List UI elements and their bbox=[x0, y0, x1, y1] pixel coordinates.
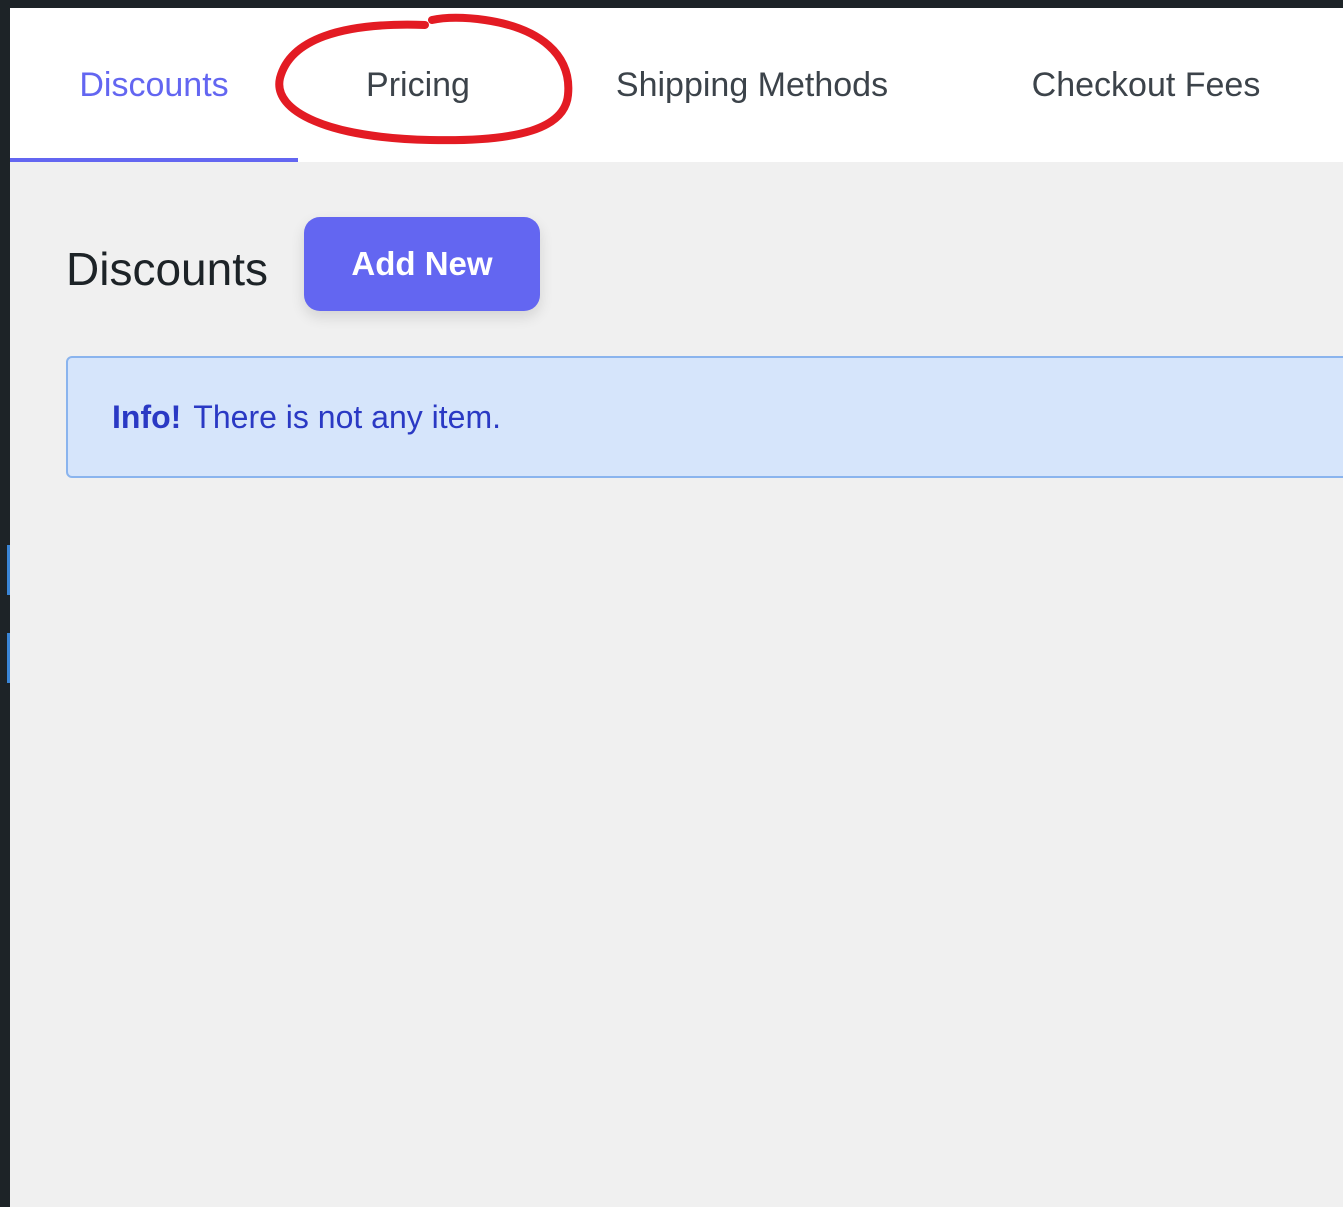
tab-checkout-fees[interactable]: Checkout Fees bbox=[1010, 8, 1282, 162]
tab-pricing[interactable]: Pricing bbox=[298, 8, 538, 162]
tab-discounts-label: Discounts bbox=[79, 65, 229, 104]
add-new-button[interactable]: Add New bbox=[304, 217, 540, 311]
tab-checkout-fees-label: Checkout Fees bbox=[1031, 65, 1261, 104]
tab-shipping-methods-label: Shipping Methods bbox=[615, 65, 889, 104]
page-title: Discounts bbox=[66, 243, 268, 295]
notice-label: Info! bbox=[112, 398, 182, 435]
tab-discounts[interactable]: Discounts bbox=[10, 8, 298, 162]
tab-shipping-methods[interactable]: Shipping Methods bbox=[570, 8, 934, 162]
notice-message: There is not any item. bbox=[193, 398, 501, 435]
edge-indicator bbox=[7, 633, 10, 683]
tab-bar: Discounts Pricing Shipping Methods Check… bbox=[10, 8, 1343, 162]
info-notice: Info! There is not any item. bbox=[66, 356, 1343, 478]
edge-indicator bbox=[7, 545, 10, 595]
app-frame: Discounts Pricing Shipping Methods Check… bbox=[10, 8, 1343, 1207]
tab-pricing-label: Pricing bbox=[366, 65, 470, 104]
